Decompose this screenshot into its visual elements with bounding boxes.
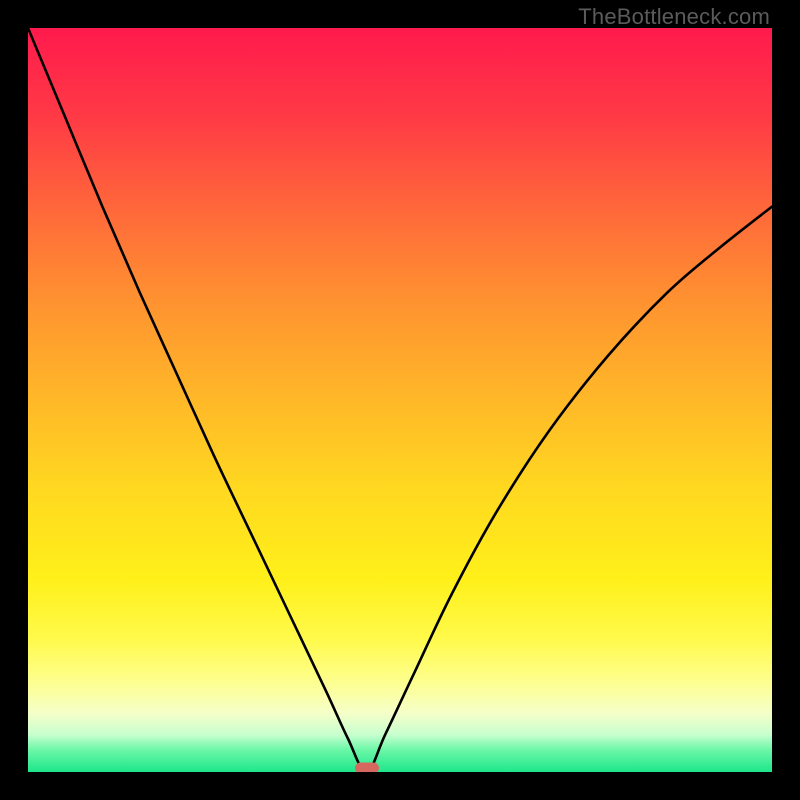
watermark-text: TheBottleneck.com <box>578 4 770 30</box>
bottleneck-curve <box>28 28 772 772</box>
curve-layer <box>28 28 772 772</box>
minimum-marker <box>355 762 379 772</box>
plot-area <box>28 28 772 772</box>
chart-frame: TheBottleneck.com <box>0 0 800 800</box>
